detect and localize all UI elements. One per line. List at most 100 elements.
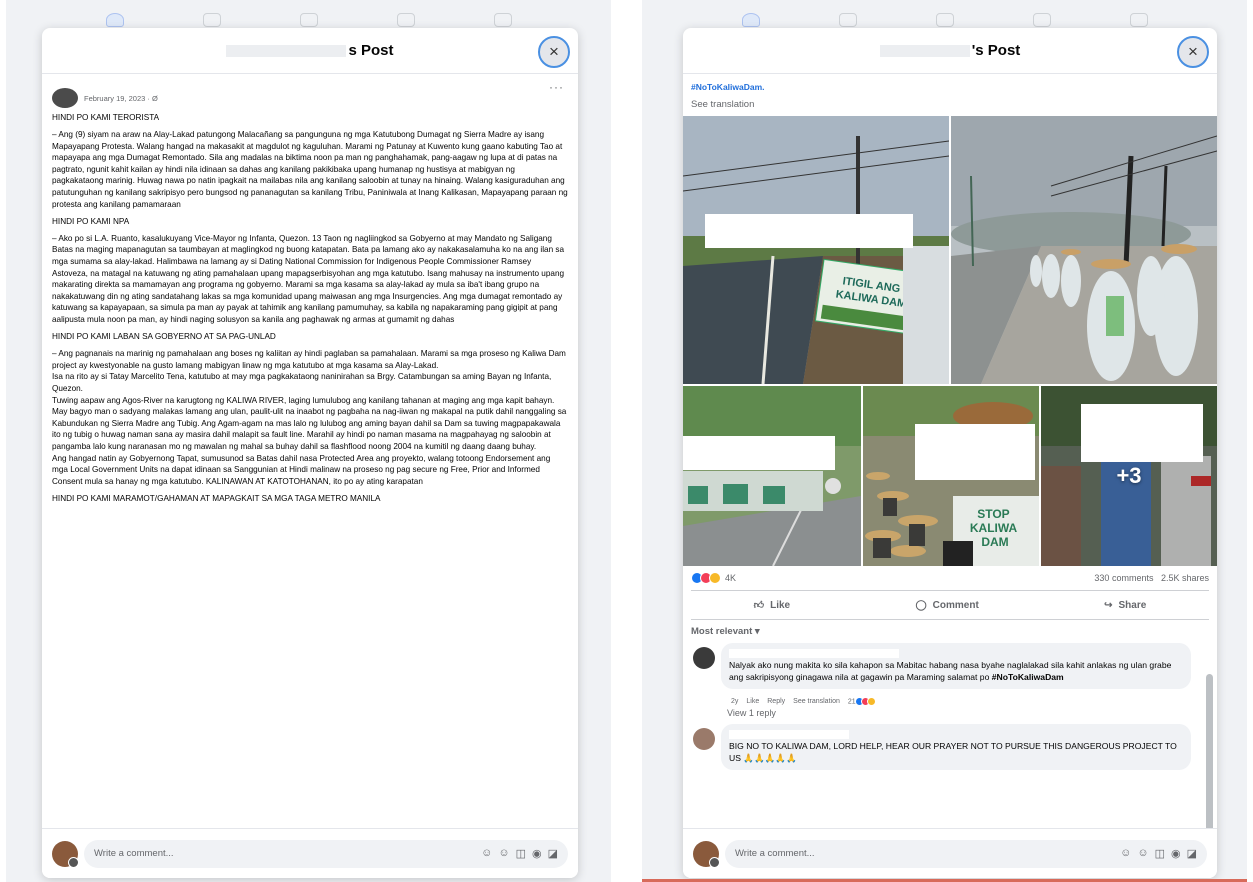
comment-item: BIG NO TO KALIWA DAM, LORD HELP, HEAR OU… [693,724,1197,770]
sticker-icon[interactable]: ◪ [1187,847,1197,860]
modal-title: 's Post [971,42,1021,59]
redaction-box [683,436,835,470]
share-arrow-icon: ↪ [1104,599,1113,611]
avatar-sticker-icon[interactable]: ☺ [1120,847,1131,860]
care-reaction-icon [709,572,721,584]
more-options-icon[interactable]: ··· [549,80,564,94]
comments-scrollbar[interactable] [1206,674,1213,828]
user-avatar[interactable] [693,840,720,868]
home-nav-icon[interactable] [741,13,760,27]
comment-bubble: BIG NO TO KALIWA DAM, LORD HELP, HEAR OU… [721,724,1191,770]
comment-age[interactable]: 2y [731,698,738,705]
share-count[interactable]: 2.5K shares [1161,573,1209,583]
gif-icon[interactable]: ◉ [532,847,542,860]
sticker-icon[interactable]: ◪ [548,847,558,860]
friends-nav-icon[interactable] [202,13,221,27]
photo-grid: ITIGIL ANG KALIWA DAM STOP KALIWA DAM +3 [683,116,1217,566]
post-paragraph: HINDI PO KAMI TERORISTA [52,113,160,122]
video-nav-icon[interactable] [299,13,318,27]
redacted-author-name [879,44,970,57]
composer-icons: ☺ ☺ ◫ ◉ ◪ [481,847,558,860]
photo-3[interactable] [683,386,861,566]
comment-translate-link[interactable]: See translation [793,698,840,705]
friends-nav-icon[interactable] [838,13,857,27]
comment-placeholder: Write a comment... [94,848,174,859]
photo-2[interactable] [951,116,1217,384]
thumbs-up-icon: 👍︎ [753,600,765,611]
post-modal: 's Post × #NoToKaliwaDam. See translatio… [683,28,1217,878]
more-photos-count[interactable]: +3 [1116,463,1141,489]
photo-1[interactable]: ITIGIL ANG KALIWA DAM [683,116,949,384]
reaction-icons[interactable] [691,572,721,584]
comment-count[interactable]: 330 comments [1094,573,1153,583]
comment-like-link[interactable]: Like [746,698,759,705]
comment-reaction-count[interactable]: 21 [848,697,876,706]
redaction-box [705,214,913,248]
comment-button[interactable]: ◯ Comment [915,600,978,611]
hashtag-link[interactable]: #NoToKaliwaDam. [683,74,1217,92]
gif-icon[interactable]: ◉ [1171,847,1181,860]
action-bar: 👍︎ Like ◯ Comment ↪ Share [691,590,1209,620]
comment-input[interactable]: Write a comment... ☺ ☺ ◫ ◉ ◪ [725,839,1207,868]
share-button[interactable]: ↪ Share [1104,600,1146,611]
comment-input[interactable]: Write a comment... ☺ ☺ ◫ ◉ ◪ [84,839,568,868]
reaction-stats: 4K 330 comments 2.5K shares [683,566,1217,590]
comment-item: Nalyak ako nung makita ko sila kahapon s… [693,643,1197,689]
post-paragraph: – Ang (9) siyam na araw na Alay-Lakad pa… [52,130,568,209]
comment-hashtag[interactable]: #NoToKaliwaDam [992,672,1064,682]
camera-icon[interactable]: ◫ [1155,847,1165,860]
modal-title: s Post [348,42,394,59]
see-translation-link[interactable]: See translation [683,92,1217,116]
view-replies-link[interactable]: View 1 reply [693,706,1197,724]
post-date[interactable]: February 19, 2023 · Ø [84,94,158,103]
gaming-nav-icon[interactable] [1129,13,1148,27]
comment-sort-dropdown[interactable]: Most relevant ▾ [683,620,1217,643]
author-avatar[interactable] [52,88,78,108]
post-paragraph: HINDI PO KAMI NPA [52,216,130,226]
emoji-icon[interactable]: ☺ [1137,847,1148,860]
close-button[interactable]: × [538,36,570,68]
comment-placeholder: Write a comment... [735,848,815,859]
post-body: #NoToKaliwaDam. See translation ITIGIL A… [683,74,1217,828]
gaming-nav-icon[interactable] [493,13,512,27]
redacted-author-name [226,44,347,57]
marketplace-nav-icon[interactable] [1032,13,1051,27]
post-paragraph: HINDI PO KAMI MARAMOT/GAHAMAN AT MAPAGKA… [52,493,381,503]
left-screenshot: s Post × February 19, 2023 · Ø ··· HINDI… [6,0,611,882]
photo-5[interactable]: +3 [1041,386,1217,566]
author-row: February 19, 2023 · Ø ··· [42,74,578,112]
modal-header: s Post × [42,28,578,74]
comment-text: Nalyak ako nung makita ko sila kahapon s… [729,660,1172,682]
comment-label: Comment [932,599,979,611]
comment-reply-link[interactable]: Reply [767,698,785,705]
redaction-box [1081,404,1203,462]
reaction-count[interactable]: 4K [725,573,736,583]
sad-reaction-icon [866,697,876,706]
avatar-sticker-icon[interactable]: ☺ [481,847,492,860]
like-button[interactable]: 👍︎ Like [753,599,791,612]
post-body: February 19, 2023 · Ø ··· HINDI PO KAMI … [42,74,578,828]
like-label: Like [770,599,791,611]
comment-bubble: Nalyak ako nung makita ko sila kahapon s… [721,643,1191,689]
share-label: Share [1118,599,1147,611]
post-text: HINDI PO KAMI TERORISTA – Ang (9) siyam n… [42,112,578,504]
marketplace-nav-icon[interactable] [396,13,415,27]
redacted-commenter-name [729,730,849,739]
redacted-commenter-name [729,649,899,658]
post-paragraph: – Ako po si L.A. Ruanto, kasalukuyang Vi… [52,233,565,324]
commenter-avatar[interactable] [693,728,715,750]
home-nav-icon[interactable] [105,13,124,27]
video-nav-icon[interactable] [935,13,954,27]
commenter-avatar[interactable] [693,647,715,669]
photo-2-image [951,116,1217,384]
user-avatar[interactable] [52,840,79,868]
camera-icon[interactable]: ◫ [516,847,526,860]
emoji-icon[interactable]: ☺ [498,847,509,860]
photo-4[interactable]: STOP KALIWA DAM [863,386,1039,566]
comments-list: Nalyak ako nung makita ko sila kahapon s… [683,643,1217,770]
close-button[interactable]: × [1177,36,1209,68]
close-icon: × [1188,42,1198,61]
right-screenshot: 's Post × #NoToKaliwaDam. See translatio… [642,0,1247,882]
photo-1-image: ITIGIL ANG KALIWA DAM [683,116,949,384]
comment-composer: Write a comment... ☺ ☺ ◫ ◉ ◪ [683,828,1217,878]
